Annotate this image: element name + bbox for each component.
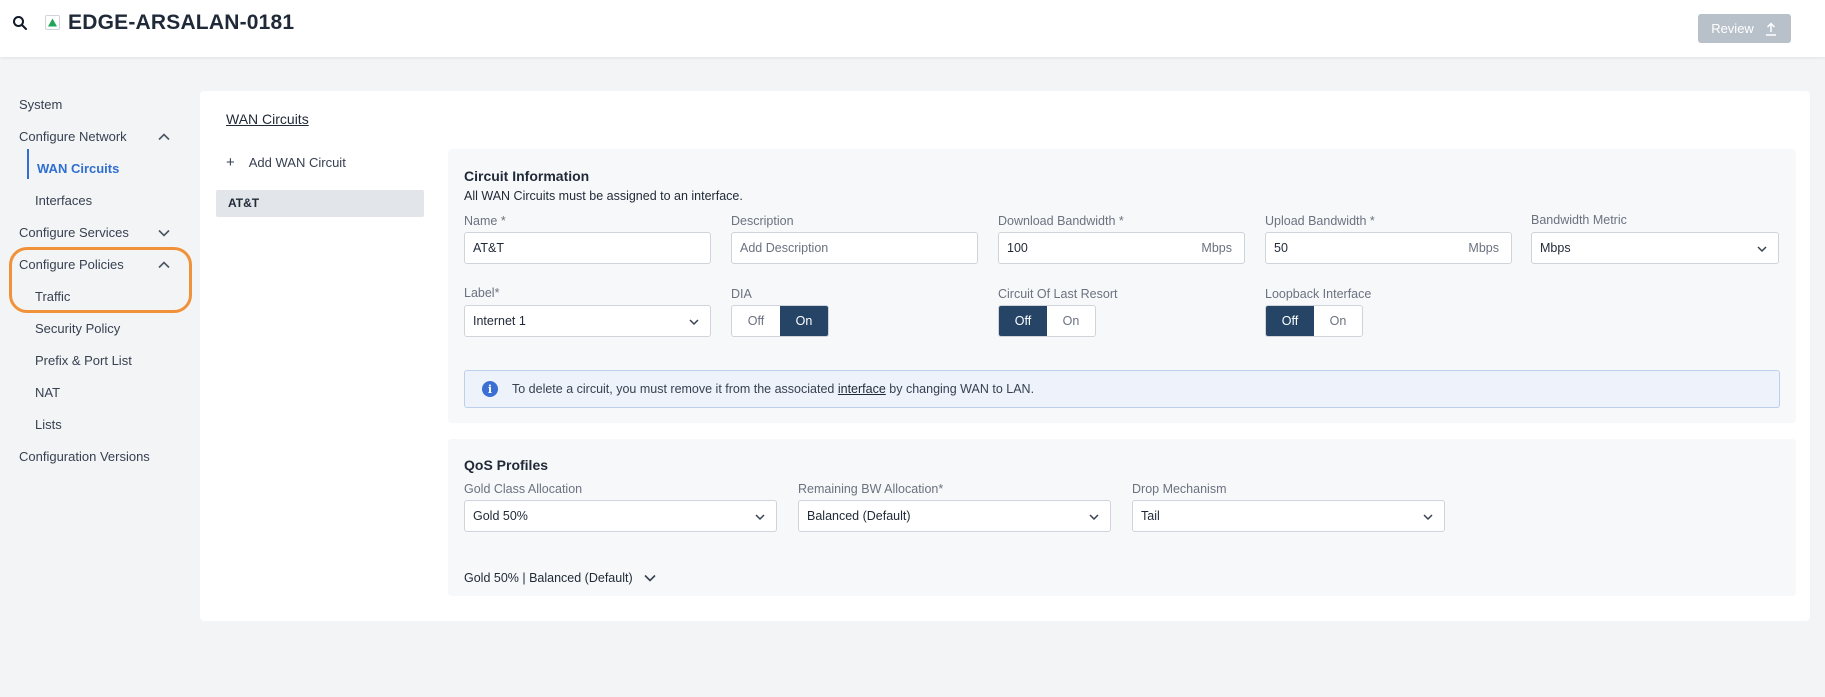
sidebar-item-interfaces[interactable]: Interfaces	[35, 193, 92, 208]
chevron-down-icon	[689, 319, 699, 326]
qos-profiles-panel: QoS Profiles Gold Class Allocation Remai…	[448, 439, 1796, 596]
loopback-interface-label: Loopback Interface	[1265, 287, 1372, 301]
last-resort-off-option[interactable]: Off	[999, 306, 1047, 336]
dia-on-option[interactable]: On	[780, 306, 828, 336]
delete-info-banner: i To delete a circuit, you must remove i…	[464, 370, 1780, 408]
name-value: AT&T	[473, 241, 505, 255]
gold-class-value: Gold 50%	[473, 509, 528, 523]
main-card: WAN Circuits + Add WAN Circuit AT&T Circ…	[200, 91, 1810, 621]
sidebar-item-security-policy[interactable]: Security Policy	[35, 321, 120, 336]
info-icon: i	[482, 381, 498, 397]
circuit-last-resort-label: Circuit Of Last Resort	[998, 287, 1118, 301]
info-text-prefix: To delete a circuit, you must remove it …	[512, 382, 835, 396]
device-status-icon	[45, 15, 60, 30]
sidebar-item-prefix-port-list[interactable]: Prefix & Port List	[35, 353, 132, 368]
loopback-off-option[interactable]: Off	[1266, 306, 1314, 336]
add-wan-circuit-button[interactable]: + Add WAN Circuit	[226, 154, 346, 171]
chevron-down-icon	[1423, 514, 1433, 521]
upload-bandwidth-value: 50	[1274, 241, 1288, 255]
delete-info-text: To delete a circuit, you must remove it …	[512, 382, 1034, 396]
upload-icon	[1765, 21, 1776, 36]
plus-icon: +	[226, 154, 235, 171]
download-bandwidth-value: 100	[1007, 241, 1028, 255]
label-field-label: Label*	[464, 286, 500, 300]
chevron-down-icon	[755, 514, 765, 521]
description-placeholder: Add Description	[740, 241, 829, 255]
bandwidth-metric-value: Mbps	[1540, 241, 1571, 255]
download-bandwidth-input[interactable]: 100 Mbps	[998, 232, 1245, 264]
review-label: Review	[1711, 21, 1754, 36]
gold-class-label: Gold Class Allocation	[464, 482, 583, 496]
chevron-up-icon[interactable]	[157, 130, 171, 144]
circuit-information-subtitle: All WAN Circuits must be assigned to an …	[464, 189, 743, 203]
interface-link[interactable]: interface	[838, 382, 886, 396]
upload-bandwidth-label: Upload Bandwidth *	[1265, 214, 1375, 228]
dia-off-option[interactable]: Off	[732, 306, 780, 336]
label-select[interactable]: Internet 1	[464, 305, 711, 337]
highlight-annotation	[9, 247, 192, 313]
sidebar-item-configure-services[interactable]: Configure Services	[19, 225, 129, 240]
label-value: Internet 1	[473, 314, 526, 328]
sidebar-item-system[interactable]: System	[19, 97, 62, 112]
dia-label: DIA	[731, 287, 752, 301]
info-text-suffix: by changing WAN to LAN.	[889, 382, 1035, 396]
gold-class-select[interactable]: Gold 50%	[464, 500, 777, 532]
drop-mechanism-label: Drop Mechanism	[1132, 482, 1227, 496]
upload-bandwidth-input[interactable]: 50 Mbps	[1265, 232, 1512, 264]
circuit-list-item[interactable]: AT&T	[216, 190, 424, 217]
search-icon[interactable]	[12, 15, 28, 31]
sidebar-item-nat[interactable]: NAT	[35, 385, 60, 400]
sidebar-nav: System Configure Network WAN Circuits In…	[0, 57, 195, 697]
drop-mechanism-value: Tail	[1141, 509, 1160, 523]
remaining-bw-value: Balanced (Default)	[807, 509, 911, 523]
qos-profiles-title: QoS Profiles	[464, 457, 549, 473]
chevron-down-icon	[644, 574, 656, 582]
qos-summary-text: Gold 50% | Balanced (Default)	[464, 571, 633, 585]
remaining-bw-select[interactable]: Balanced (Default)	[798, 500, 1111, 532]
active-indicator	[27, 149, 29, 179]
chevron-down-icon	[1757, 246, 1767, 253]
download-bandwidth-label: Download Bandwidth *	[998, 214, 1124, 228]
last-resort-toggle[interactable]: Off On	[998, 305, 1096, 337]
upload-unit: Mbps	[1468, 241, 1499, 255]
loopback-on-option[interactable]: On	[1314, 306, 1362, 336]
drop-mechanism-select[interactable]: Tail	[1132, 500, 1445, 532]
add-wan-circuit-label: Add WAN Circuit	[248, 155, 346, 170]
loopback-toggle[interactable]: Off On	[1265, 305, 1363, 337]
sidebar-item-lists[interactable]: Lists	[35, 417, 62, 432]
name-input[interactable]: AT&T	[464, 232, 711, 264]
bandwidth-metric-select[interactable]: Mbps	[1531, 232, 1779, 264]
download-unit: Mbps	[1201, 241, 1232, 255]
qos-summary-toggle[interactable]: Gold 50% | Balanced (Default)	[464, 571, 657, 585]
page-title[interactable]: WAN Circuits	[226, 111, 309, 127]
description-input[interactable]: Add Description	[731, 232, 978, 264]
last-resort-on-option[interactable]: On	[1047, 306, 1095, 336]
description-label: Description	[731, 214, 794, 228]
remaining-bw-label: Remaining BW Allocation*	[798, 482, 944, 496]
chevron-down-icon	[1089, 514, 1099, 521]
name-label: Name *	[464, 214, 506, 228]
sidebar-item-configure-network[interactable]: Configure Network	[19, 129, 127, 144]
dia-toggle[interactable]: Off On	[731, 305, 829, 337]
circuit-information-panel: Circuit Information All WAN Circuits mus…	[448, 149, 1796, 423]
sidebar-item-wan-circuits[interactable]: WAN Circuits	[37, 161, 119, 176]
top-header: EDGE-ARSALAN-0181 Review	[0, 0, 1825, 57]
circuit-information-title: Circuit Information	[464, 168, 590, 184]
review-button[interactable]: Review	[1698, 14, 1791, 43]
bandwidth-metric-label: Bandwidth Metric	[1531, 213, 1627, 227]
sidebar-item-configuration-versions[interactable]: Configuration Versions	[19, 449, 150, 464]
chevron-down-icon[interactable]	[157, 226, 171, 240]
device-title: EDGE-ARSALAN-0181	[68, 11, 295, 34]
